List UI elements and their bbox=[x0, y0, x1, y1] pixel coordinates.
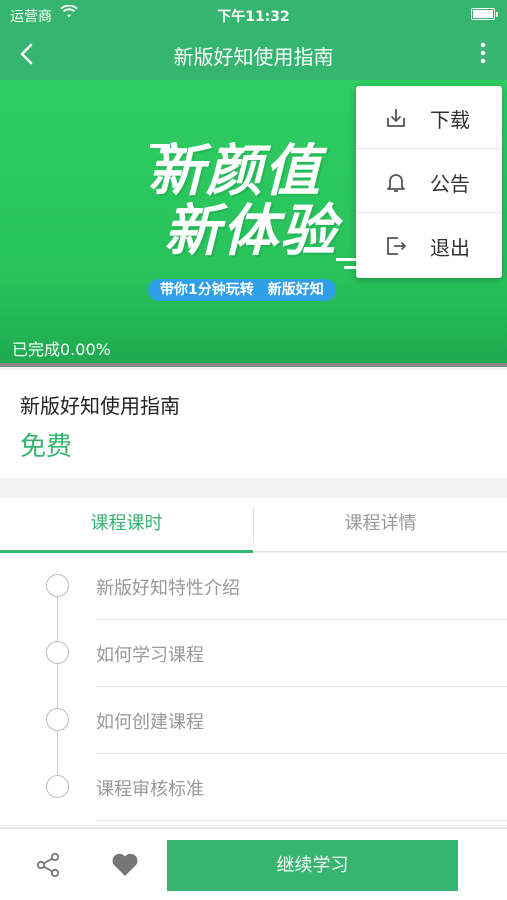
more-menu-button[interactable] bbox=[473, 40, 493, 68]
lesson-title: 课程审核标准 bbox=[96, 779, 204, 800]
bell-icon bbox=[384, 170, 408, 194]
menu-item-announcement[interactable]: 公告 bbox=[356, 150, 502, 213]
heart-icon bbox=[112, 853, 138, 876]
download-icon bbox=[384, 106, 408, 130]
share-button[interactable] bbox=[34, 851, 62, 879]
banner-slogan: 新颜值 新体验 bbox=[148, 142, 338, 262]
status-time: 下午11:32 bbox=[217, 9, 290, 25]
lesson-status-circle bbox=[46, 641, 69, 664]
lesson-title: 如何学习课程 bbox=[96, 645, 204, 666]
list-item[interactable]: 新版好知特性介绍 bbox=[0, 553, 507, 620]
overflow-menu: 下载 公告 退出 bbox=[356, 86, 502, 278]
nav-bar: 新版好知使用指南 bbox=[0, 28, 507, 80]
status-bar: 运营商 下午11:32 bbox=[0, 0, 507, 28]
banner-tag: 带你1分钟玩转 新版好知 bbox=[148, 279, 336, 301]
list-item[interactable]: 如何学习课程 bbox=[0, 620, 507, 687]
menu-item-download[interactable]: 下载 bbox=[356, 86, 502, 149]
lesson-status-circle bbox=[46, 574, 69, 597]
course-name: 新版好知使用指南 bbox=[20, 394, 180, 418]
progress-label: 已完成0.00% bbox=[12, 340, 111, 359]
list-item[interactable]: 如何创建课程 bbox=[0, 687, 507, 754]
course-info: 新版好知使用指南 免费 bbox=[0, 370, 507, 478]
menu-item-label: 退出 bbox=[430, 236, 470, 260]
more-vertical-icon bbox=[480, 42, 486, 64]
tab-details[interactable]: 课程详情 bbox=[254, 498, 507, 552]
favorite-button[interactable] bbox=[110, 851, 140, 879]
banner-progress-track bbox=[0, 363, 507, 367]
bottom-action-bar: 继续学习 bbox=[0, 828, 507, 900]
share-icon bbox=[36, 852, 60, 878]
continue-learning-button[interactable]: 继续学习 bbox=[167, 840, 458, 891]
tab-lessons[interactable]: 课程课时 bbox=[0, 498, 253, 553]
banner-slogan-line-2: 新体验 bbox=[164, 199, 338, 264]
banner-slogan-line-1: 新颜值 bbox=[148, 139, 322, 204]
divider bbox=[96, 820, 507, 821]
menu-item-label: 公告 bbox=[430, 172, 470, 196]
lesson-title: 新版好知特性介绍 bbox=[96, 578, 240, 599]
battery-icon bbox=[471, 8, 498, 20]
menu-item-label: 下载 bbox=[430, 108, 470, 132]
list-item[interactable]: 课程审核标准 bbox=[0, 754, 507, 821]
course-price: 免费 bbox=[20, 432, 73, 462]
lesson-list: 新版好知特性介绍 如何学习课程 如何创建课程 课程审核标准 bbox=[0, 553, 507, 825]
page-title: 新版好知使用指南 bbox=[173, 45, 334, 69]
lesson-status-circle bbox=[46, 708, 69, 731]
course-tabs: 课程课时 课程详情 bbox=[0, 498, 507, 553]
menu-item-logout[interactable]: 退出 bbox=[356, 214, 502, 277]
logout-icon bbox=[384, 234, 408, 258]
lesson-status-circle bbox=[46, 775, 69, 798]
lesson-title: 如何创建课程 bbox=[96, 712, 204, 733]
